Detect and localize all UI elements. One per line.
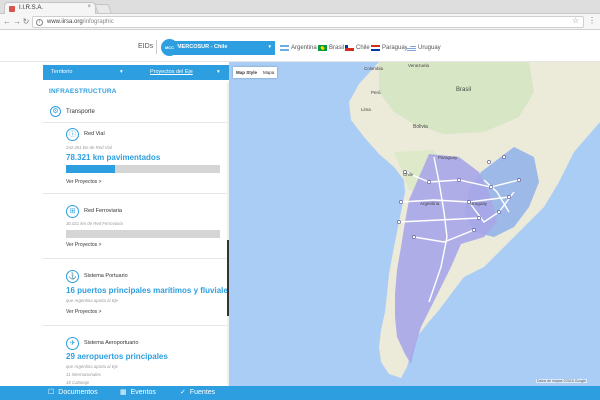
rail-icon: ⊞ [66, 205, 79, 218]
sistema-aeroportuario-value: 29 aeropuertos principales [66, 352, 168, 361]
calendar-icon: ▦ [120, 389, 127, 396]
browser-tab[interactable]: I.I.R.S.A. × [4, 2, 96, 14]
country-label: Paraguay [382, 45, 408, 51]
eje-select-value: MERCOSUR - Chile [177, 44, 228, 50]
map-label-venezuela: Venezuela [408, 63, 430, 68]
sistema-portuario-value: 16 puertos principales marítimos y fluvi… [66, 286, 233, 295]
sistema-aeroportuario-note: que Argentina aporta al Eje [66, 364, 118, 369]
country-label: Brasil [329, 45, 345, 51]
footer-documentos[interactable]: ☐ Documentos [48, 388, 98, 397]
internacionales-count: 11 Internacionales [66, 372, 101, 377]
favicon-icon [9, 6, 15, 12]
sistema-aeroportuario-title: Sistema Aeroportuario [84, 340, 139, 346]
uruguay-flag-icon [407, 45, 416, 51]
road-icon: ⓘ [66, 128, 79, 141]
close-icon[interactable]: × [87, 4, 91, 10]
proyectos-chevron-down-icon[interactable]: ▾ [217, 65, 220, 80]
map-label-argentina: Argentina [420, 201, 440, 206]
sistema-portuario-note: que Argentina aporta al Eje [66, 298, 118, 303]
tab-label: Territorio [51, 69, 73, 75]
paraguay-flag-icon [371, 45, 380, 51]
brasil-flag-icon [318, 45, 327, 51]
eje-select[interactable]: MERCOSUR - Chile ▾ [172, 41, 275, 55]
map-style-button[interactable]: Map Style [233, 67, 260, 78]
info-icon[interactable]: i [36, 19, 43, 26]
eje-logo: MCC [161, 39, 178, 56]
divider [43, 122, 229, 123]
country-argentina[interactable]: Argentina [280, 43, 317, 53]
new-tab-button[interactable] [94, 4, 112, 13]
header-divider [156, 40, 157, 54]
eids-label[interactable]: EIDs [138, 43, 153, 50]
transporte-heading: Transporte [66, 109, 95, 115]
map-label-colombia: Colombia [364, 66, 384, 71]
country-chile[interactable]: Chile [345, 43, 370, 53]
map-label-uruguay: Uruguay [470, 201, 488, 206]
red-ferroviaria-ver-proyectos-link[interactable]: Ver Proyectos > [66, 242, 101, 248]
country-label: Uruguay [418, 45, 441, 51]
country-label: Chile [356, 45, 370, 51]
red-vial-total: 242.451 km de Red Vial [66, 145, 112, 150]
tab-label: Proyectos del Eje [150, 69, 193, 75]
red-vial-paved: 78.321 km pavimentados [66, 153, 161, 162]
country-paraguay[interactable]: Paraguay [371, 43, 408, 53]
red-ferroviaria-title: Red Ferroviaria [84, 208, 122, 214]
mapa-button[interactable]: Mapa [260, 67, 277, 78]
gear-icon: ⚙ [50, 106, 61, 117]
footer-label: Documentos [58, 388, 98, 396]
map-attribution: Datos de mapas ©2016 Google [536, 379, 588, 383]
map-type-control: Map Style Mapa [233, 67, 278, 78]
map-label-peru: Perú [371, 90, 381, 95]
sistema-portuario-title: Sistema Portuario [84, 273, 128, 279]
red-ferroviaria-total: 30.021 km de Red Ferroviaria [66, 221, 123, 226]
section-title: INFRAESTRUCTURA [49, 88, 117, 95]
back-icon[interactable]: ← [2, 17, 12, 27]
divider [43, 325, 229, 326]
divider [43, 258, 229, 259]
tab-title: I.I.R.S.A. [19, 5, 44, 11]
sistema-portuario-ver-proyectos-link[interactable]: Ver Proyectos > [66, 309, 101, 315]
check-circle-icon: ✓ [180, 389, 186, 396]
argentina-flag-icon [280, 45, 289, 51]
red-vial-ver-proyectos-link[interactable]: Ver Proyectos > [66, 179, 101, 185]
footer-label: Fuentes [189, 388, 216, 396]
footer-label: Eventos [130, 388, 156, 396]
reload-icon[interactable]: ↻ [21, 17, 31, 27]
red-vial-progress-fill [66, 165, 116, 173]
url-host: www.iirsa.org [47, 19, 83, 25]
bookmark-star-icon[interactable]: ☆ [572, 16, 579, 25]
map-canvas[interactable] [229, 62, 600, 386]
country-brasil[interactable]: Brasil [318, 43, 344, 53]
url-input[interactable]: i www.iirsa.org/infographic [32, 16, 584, 28]
tab-proyectos-del-eje[interactable]: Proyectos del Eje [150, 65, 193, 80]
browser-menu-icon[interactable]: ⋮ [588, 16, 596, 25]
footer-eventos[interactable]: ▦ Eventos [120, 388, 156, 397]
red-vial-title: Red Vial [84, 131, 105, 137]
country-uruguay[interactable]: Uruguay [407, 43, 441, 53]
map-label-paraguay: Paraguay [438, 155, 458, 160]
map-label-chile: Chile [403, 172, 414, 177]
airplane-icon: ✈ [66, 337, 79, 350]
south-america-map [349, 62, 600, 378]
red-vial-progress [66, 165, 220, 173]
chevron-down-icon: ▾ [268, 44, 271, 50]
country-label: Argentina [291, 45, 317, 51]
cabotaje-count: 18 Cabotaje [66, 380, 90, 385]
divider [43, 193, 229, 194]
tab-territorio[interactable]: Territorio [51, 65, 72, 80]
territorio-chevron-down-icon[interactable]: ▾ [120, 65, 123, 80]
url-path: /infographic [82, 19, 114, 25]
chile-flag-icon [345, 45, 354, 51]
footer-fuentes[interactable]: ✓ Fuentes [180, 388, 216, 397]
map-label-brasil: Brasil [456, 87, 472, 93]
map-label-lima: Lima [361, 107, 371, 112]
map-label-bolivia: Bolivia [413, 124, 428, 130]
red-ferroviaria-progress [66, 230, 220, 238]
anchor-icon: ⚓ [66, 270, 79, 283]
document-icon: ☐ [48, 389, 55, 396]
